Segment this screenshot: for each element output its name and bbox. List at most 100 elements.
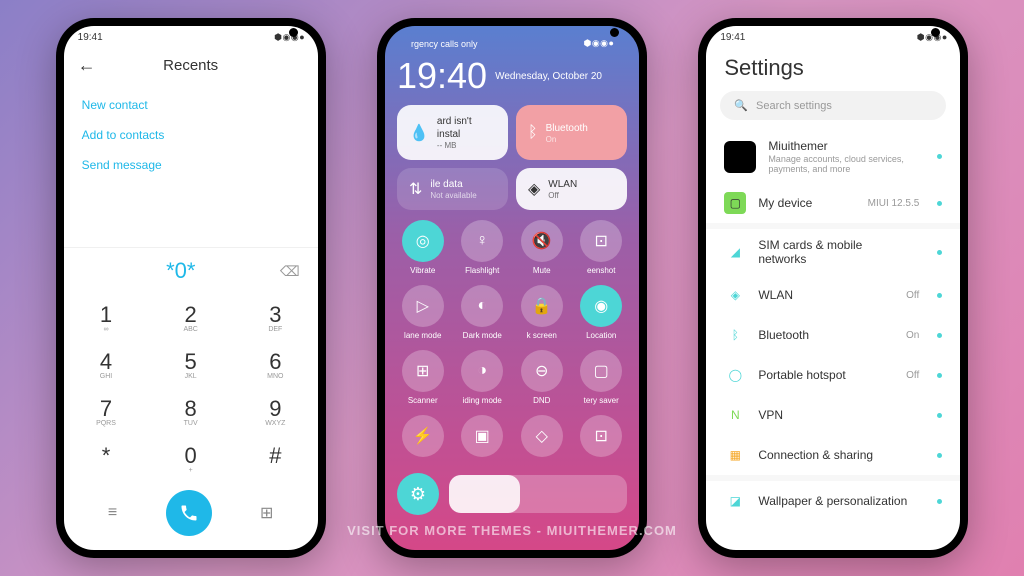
toggle-grid: ◎Vibrate♀Flashlight🔇Mute⊡eenshot ▷lane mo… [397,220,627,461]
clock: 19:40 [397,55,487,97]
toggle-icon: ◑ [461,350,503,392]
toggle-Mute[interactable]: 🔇Mute [516,220,568,275]
row-label: Connection & sharing [758,448,907,462]
link-add-contacts[interactable]: Add to contacts [82,120,300,150]
indicator-dot [937,201,942,206]
phone-control-center: rgency calls only ⬢ ◉ ◉ ● 19:40 Wednesda… [377,18,647,558]
camera-punch [289,28,298,37]
toggle-icon: ◇ [521,415,563,457]
row-label: My device [758,196,855,210]
row-label: WLAN [758,288,894,302]
row-value: Off [906,370,919,381]
toggle-Scanner[interactable]: ⊞Scanner [397,350,449,405]
key-7[interactable]: 7PQRS [64,388,149,435]
indicator-dot [937,413,942,418]
toggle-extra[interactable]: ◇ [516,415,568,461]
widget-ard-isn't-instal[interactable]: 💧ard isn't instal-- MB [397,105,508,160]
key-6[interactable]: 6MNO [233,341,318,388]
key-8[interactable]: 8TUV [148,388,233,435]
settings-row[interactable]: ◢SIM cards & mobile networks [706,229,960,275]
toggle-icon: ⊡ [580,415,622,457]
row-icon: ᛒ [724,324,746,346]
toggle-icon: ▷ [402,285,444,327]
key-2[interactable]: 2ABC [148,294,233,341]
row-icon: ◢ [724,241,746,263]
toggle-eenshot[interactable]: ⊡eenshot [575,220,627,275]
toggle-icon: ▢ [580,350,622,392]
settings-button[interactable]: ⚙ [397,473,439,515]
toggle-k screen[interactable]: 🔒k screen [516,285,568,340]
row-label: Bluetooth [758,328,894,342]
row-value: Off [906,290,919,301]
link-new-contact[interactable]: New contact [82,90,300,120]
indicator-dot [937,373,942,378]
account-name: Miuithemer [768,139,919,153]
key-#[interactable]: # [233,435,318,482]
phone-dialer: 19:41 ⬢ ◉ ◉ ● ← Recents New contact Add … [56,18,326,558]
device-row[interactable]: ▢ My device MIUI 12.5.5 [706,183,960,223]
row-icon: ◪ [724,490,746,512]
toggle-extra[interactable]: ▣ [456,415,508,461]
settings-row[interactable]: ᛒ Bluetooth On [706,315,960,355]
indicator-dot [937,453,942,458]
row-icon: ◯ [724,364,746,386]
search-input[interactable]: 🔍 Search settings [720,91,946,120]
back-icon[interactable]: ← [78,55,96,76]
settings-row[interactable]: ◯Portable hotspotOff [706,355,960,395]
key-1[interactable]: 1∞ [64,294,149,341]
key-4[interactable]: 4GHI [64,341,149,388]
toggle-icon: ◉ [580,285,622,327]
backspace-icon[interactable]: ⌫ [280,263,300,280]
toggle-tery saver[interactable]: ▢tery saver [575,350,627,405]
settings-row[interactable]: ▦Connection & sharing [706,435,960,475]
key-5[interactable]: 5JKL [148,341,233,388]
status-time: 19:41 [78,32,103,43]
row-label: VPN [758,408,907,422]
widget-ile-data[interactable]: ⇅ile dataNot available [397,168,508,210]
status-bar: rgency calls only ⬢ ◉ ◉ ● [397,32,627,53]
indicator-dot [937,499,942,504]
key-*[interactable]: * [64,435,149,482]
toggle-iding mode[interactable]: ◑iding mode [456,350,508,405]
page-title: Settings [706,47,960,91]
search-placeholder: Search settings [756,100,832,112]
dialpad-icon[interactable]: ⊞ [260,503,273,523]
account-desc: Manage accounts, cloud services, payment… [768,154,919,174]
toggle-Location[interactable]: ◉Location [575,285,627,340]
toggle-Vibrate[interactable]: ◎Vibrate [397,220,449,275]
widget-Bluetooth[interactable]: ᛒBluetoothOn [516,105,627,160]
account-row[interactable]: Miuithemer Manage accounts, cloud servic… [706,130,960,183]
indicator-dot [937,333,942,338]
toggle-extra[interactable]: ⊡ [575,415,627,461]
search-icon: 🔍 [734,99,748,112]
status-carrier: rgency calls only [411,39,478,49]
menu-icon[interactable]: ≡ [108,504,117,522]
row-icon: N [724,404,746,426]
widget-WLAN[interactable]: ◈WLANOff [516,168,627,210]
call-button[interactable] [166,490,212,536]
brightness-slider[interactable] [449,475,627,513]
key-9[interactable]: 9WXYZ [233,388,318,435]
settings-row[interactable]: ◪ Wallpaper & personalization [706,481,960,521]
date: Wednesday, October 20 [495,71,602,82]
phone-settings: 19:41 ⬢ ◉ ◉ ● Settings 🔍 Search settings… [698,18,968,558]
status-bar: 19:41 ⬢ ◉ ◉ ● [706,26,960,47]
settings-row[interactable]: N VPN [706,395,960,435]
link-send-message[interactable]: Send message [82,150,300,180]
status-time: 19:41 [720,32,745,43]
toggle-icon: ▣ [461,415,503,457]
toggle-Dark mode[interactable]: ◐Dark mode [456,285,508,340]
settings-row[interactable]: ◈WLANOff [706,275,960,315]
device-icon: ▢ [724,192,746,214]
keypad: 1∞2ABC3DEF 4GHI5JKL6MNO 7PQRS8TUV9WXYZ *0+# [64,294,318,482]
toggle-Flashlight[interactable]: ♀Flashlight [456,220,508,275]
key-0[interactable]: 0+ [148,435,233,482]
row-value: On [906,330,919,341]
toggle-DND[interactable]: ⊖DND [516,350,568,405]
key-3[interactable]: 3DEF [233,294,318,341]
row-label: Wallpaper & personalization [758,494,907,508]
page-title: Recents [96,57,286,74]
row-value: MIUI 12.5.5 [868,198,920,209]
toggle-lane mode[interactable]: ▷lane mode [397,285,449,340]
toggle-extra[interactable]: ⚡ [397,415,449,461]
